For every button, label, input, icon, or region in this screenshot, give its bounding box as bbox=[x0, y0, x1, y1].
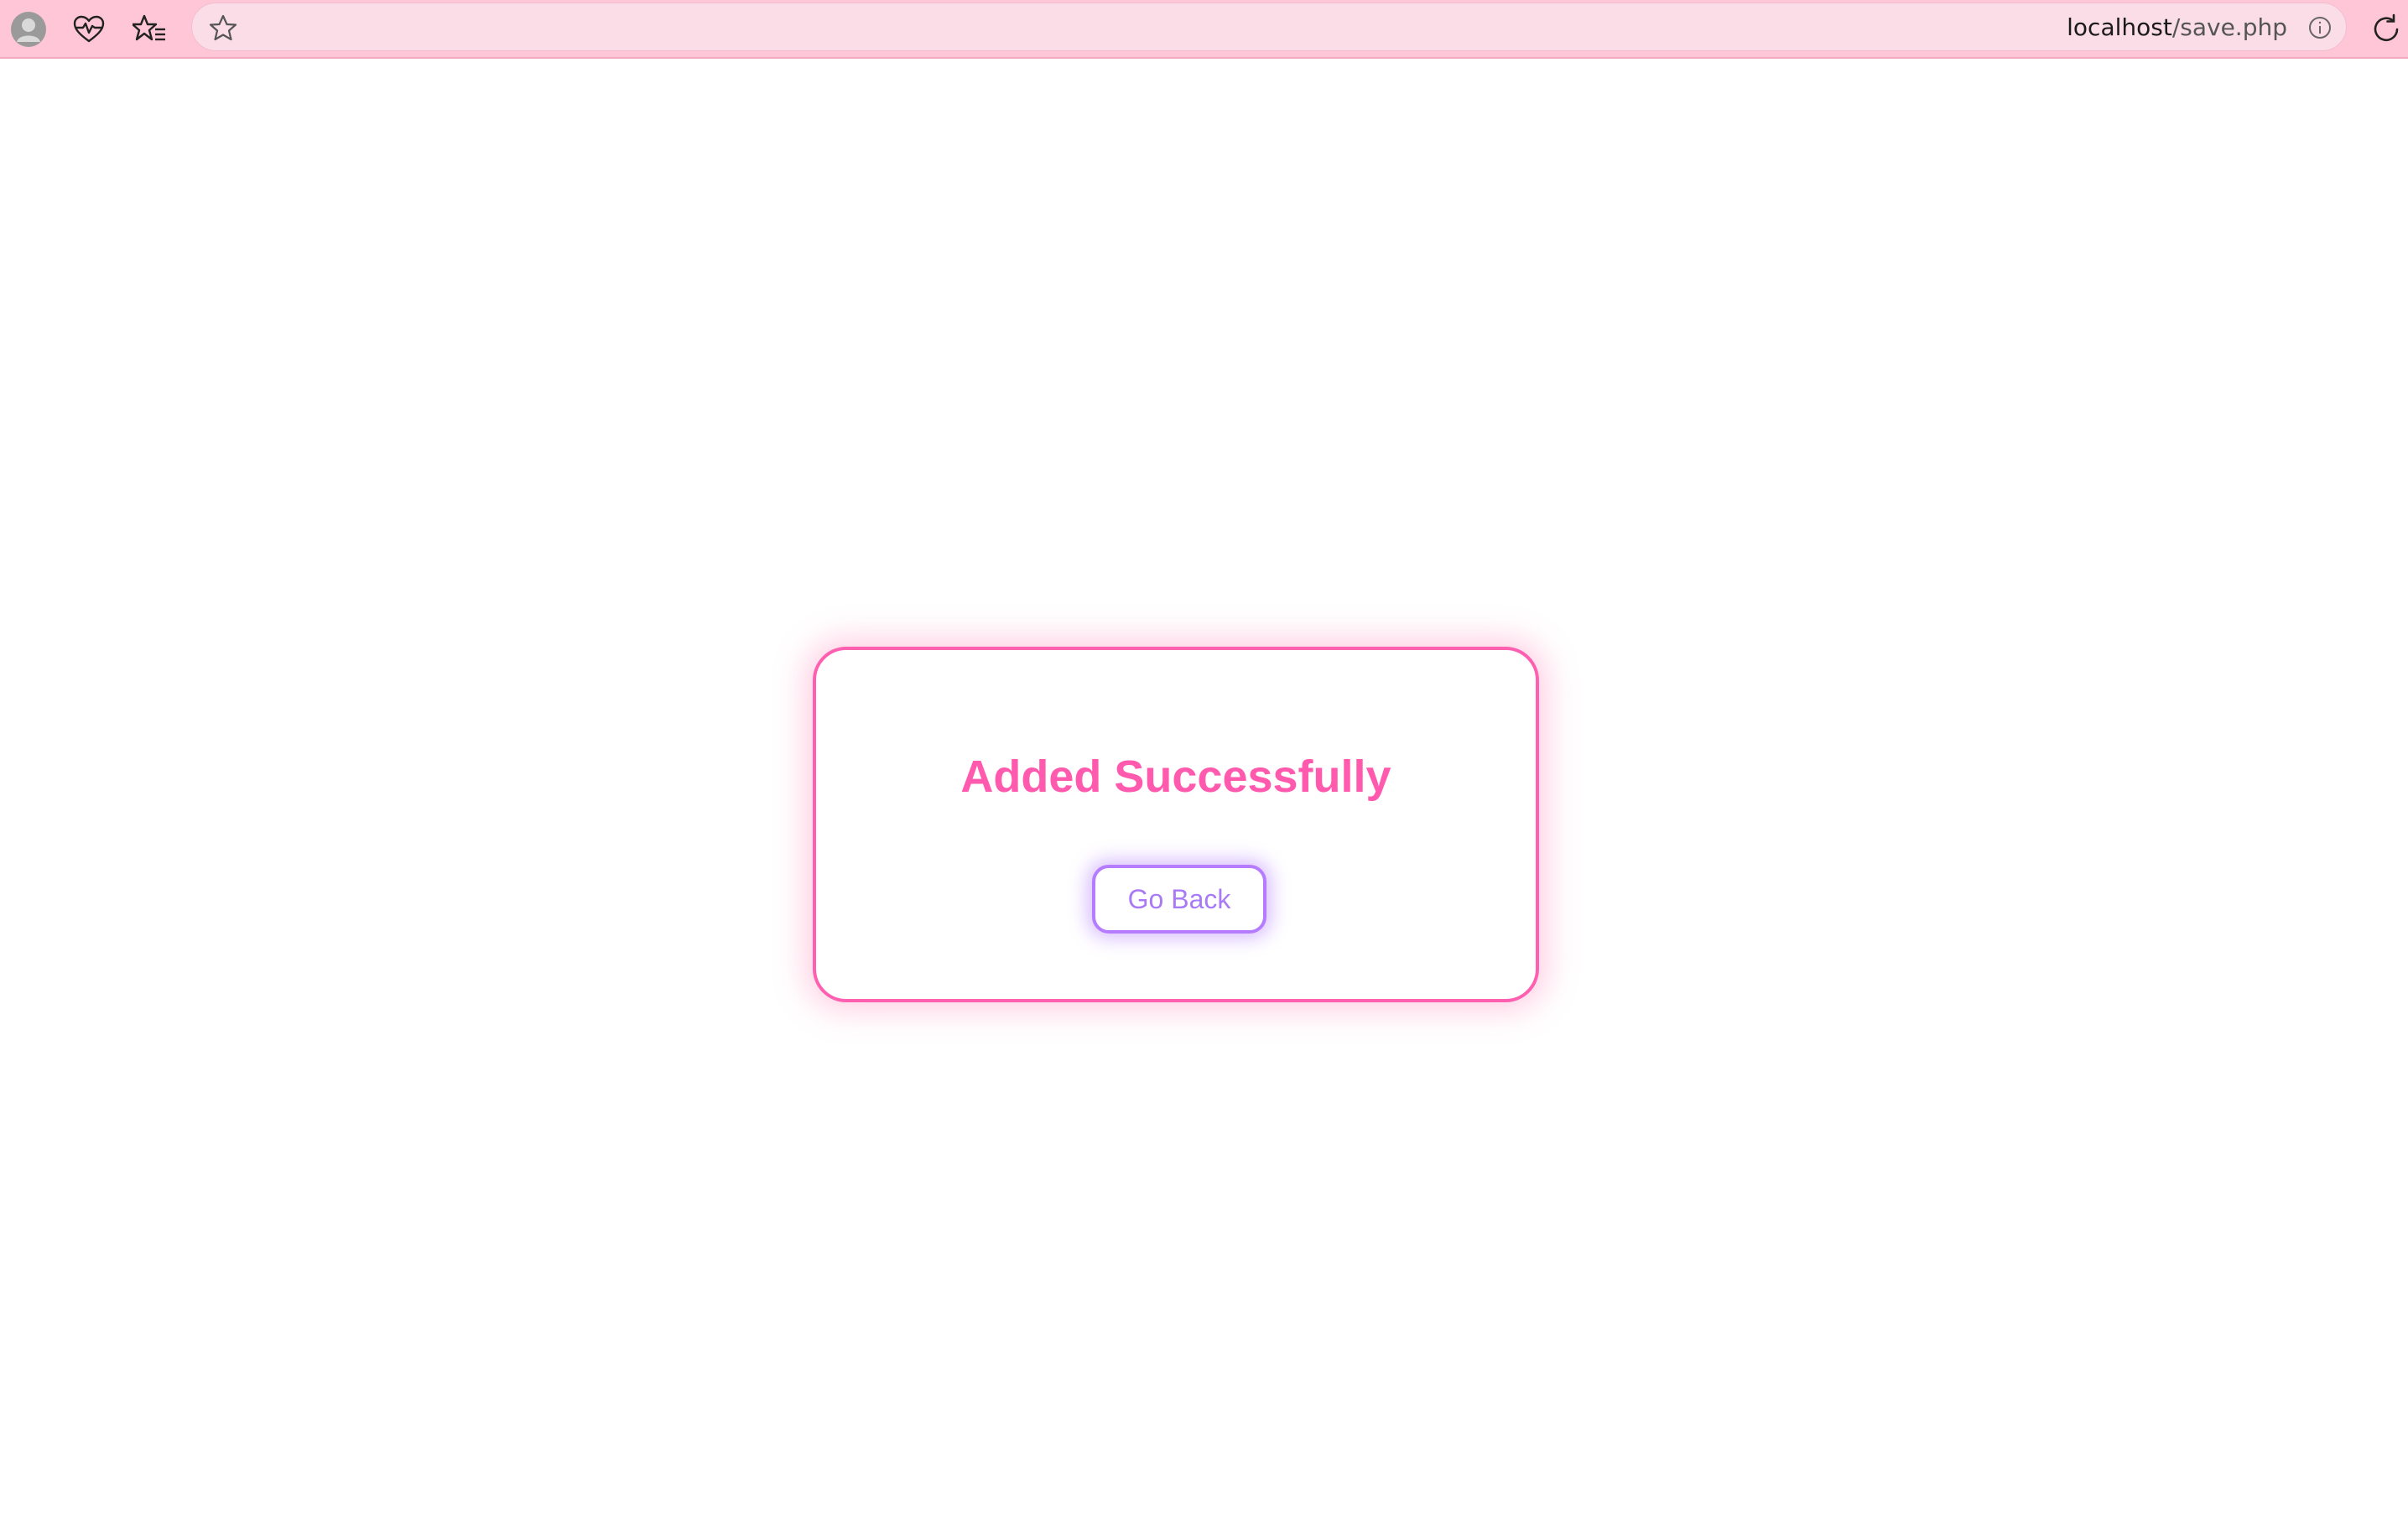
url-host: localhost bbox=[2067, 13, 2172, 41]
url-path: /save.php bbox=[2171, 13, 2287, 41]
heartbeat-icon[interactable] bbox=[67, 8, 111, 51]
success-message: Added Successfully bbox=[960, 752, 1391, 802]
address-bar[interactable]: localhost/save.php bbox=[191, 3, 2347, 51]
profile-avatar-icon[interactable] bbox=[7, 8, 50, 51]
star-icon[interactable] bbox=[205, 10, 241, 45]
info-icon[interactable] bbox=[2306, 13, 2334, 42]
reload-icon[interactable] bbox=[2364, 8, 2408, 51]
go-back-button[interactable]: Go Back bbox=[1092, 865, 1266, 934]
favorites-list-icon[interactable] bbox=[127, 8, 171, 51]
url-text[interactable]: localhost/save.php bbox=[2067, 3, 2287, 52]
success-card: Added Successfully Go Back bbox=[813, 647, 1539, 1002]
browser-toolbar: localhost/save.php bbox=[0, 0, 2408, 59]
